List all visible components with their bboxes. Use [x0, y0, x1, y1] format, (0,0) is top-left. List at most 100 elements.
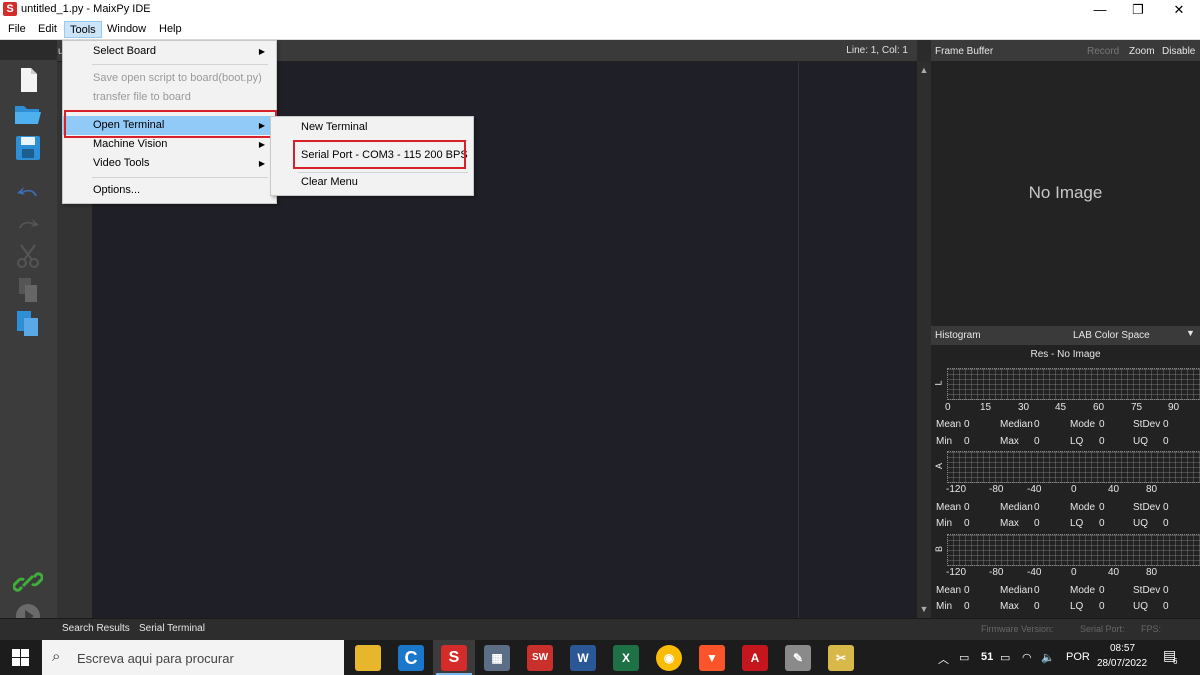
paste-icon[interactable]: [13, 309, 43, 337]
stat-value: 0: [1099, 585, 1105, 596]
menu-item-new-terminal[interactable]: New Terminal: [271, 118, 471, 137]
tick-label: -80: [989, 484, 1004, 495]
open-folder-icon[interactable]: [13, 100, 43, 128]
tick-label: 0: [1071, 484, 1077, 495]
stat-label: Min: [936, 601, 953, 612]
save-icon[interactable]: [13, 134, 43, 162]
highlight-box-serial-port: [293, 140, 466, 169]
stat-label: UQ: [1133, 601, 1148, 612]
firmware-version: Firmware Version:: [981, 624, 1054, 634]
tick-label: -40: [1027, 567, 1042, 578]
stat-label: Max: [1000, 518, 1019, 529]
scroll-up-icon[interactable]: ▲: [917, 63, 931, 77]
tray-chevron-icon[interactable]: ︿: [938, 651, 949, 667]
stat-value: 0: [1163, 601, 1169, 612]
tick-label: 0: [945, 402, 951, 413]
maximize-button[interactable]: ❐: [1115, 0, 1161, 20]
record-button[interactable]: Record: [1087, 46, 1119, 57]
stat-value: 0: [964, 502, 970, 513]
menu-item-select-board[interactable]: Select Board ▶: [63, 42, 274, 61]
tick-label: 75: [1131, 402, 1143, 413]
menu-help[interactable]: Help: [154, 21, 187, 38]
stat-value: 0: [964, 601, 970, 612]
stat-label: LQ: [1070, 518, 1084, 529]
paint-icon[interactable]: ✎: [785, 645, 811, 671]
clock-time[interactable]: 08:57: [1110, 643, 1135, 654]
stat-value: 0: [964, 419, 970, 430]
tick-label: 0: [1071, 567, 1077, 578]
app-logo-icon: S: [3, 2, 17, 16]
undo-icon[interactable]: [13, 178, 43, 206]
temperature-label[interactable]: 51: [981, 651, 993, 663]
menu-item-clear-menu[interactable]: Clear Menu: [271, 173, 471, 192]
menu-item-transfer-file: transfer file to board: [63, 88, 274, 107]
menu-item-machine-vision[interactable]: Machine Vision ▶: [63, 135, 274, 154]
color-space-select[interactable]: LAB Color Space: [1073, 330, 1150, 341]
histogram-a-graph: [947, 451, 1200, 483]
volume-icon[interactable]: 🔈: [1041, 651, 1055, 664]
language-indicator[interactable]: POR: [1066, 651, 1090, 663]
menu-edit[interactable]: Edit: [33, 21, 62, 38]
connect-link-icon[interactable]: [13, 568, 43, 596]
menu-window[interactable]: Window: [102, 21, 151, 38]
acrobat-icon[interactable]: A: [742, 645, 768, 671]
stat-value: 0: [1099, 518, 1105, 529]
disable-button[interactable]: Disable: [1162, 46, 1195, 57]
tick-label: 80: [1146, 567, 1158, 578]
stat-value: 0: [1034, 419, 1040, 430]
menu-item-label: Options...: [93, 184, 141, 196]
new-file-icon[interactable]: [13, 66, 43, 94]
menu-file[interactable]: File: [3, 21, 31, 38]
stat-value: 0: [1034, 436, 1040, 447]
notification-count: 6: [1173, 657, 1178, 666]
menu-tools[interactable]: Tools: [64, 21, 102, 38]
title-bar: [0, 0, 1200, 20]
maixpy-ide-taskbar-icon[interactable]: S: [441, 645, 467, 671]
windows-start-icon[interactable]: [12, 649, 29, 666]
stat-value: 0: [1163, 585, 1169, 596]
brave-icon[interactable]: ▼: [699, 645, 725, 671]
stat-value: 0: [1163, 436, 1169, 447]
submenu-arrow-icon: ▶: [258, 159, 265, 168]
tool-app-icon[interactable]: ✂: [828, 645, 854, 671]
calculator-icon[interactable]: ▦: [484, 645, 510, 671]
menu-item-options[interactable]: Options...: [63, 181, 274, 200]
menu-item-label: Machine Vision: [93, 138, 168, 150]
histogram-a-label: A: [934, 462, 945, 470]
stat-value: 0: [1163, 419, 1169, 430]
chrome-icon[interactable]: ◉: [656, 645, 682, 671]
stat-label: Mode: [1070, 419, 1096, 430]
stat-label: Median: [1000, 419, 1033, 430]
scroll-down-icon[interactable]: ▼: [917, 602, 931, 616]
tab-serial-terminal[interactable]: Serial Terminal: [139, 623, 205, 634]
word-icon[interactable]: W: [570, 645, 596, 671]
stat-label: Max: [1000, 601, 1019, 612]
window-title: untitled_1.py - MaixPy IDE: [21, 3, 151, 15]
stat-value: 0: [1099, 419, 1105, 430]
c-app-icon[interactable]: C: [398, 645, 424, 671]
clock-date[interactable]: 28/07/2022: [1097, 658, 1147, 669]
file-explorer-icon[interactable]: [355, 645, 381, 671]
zoom-button[interactable]: Zoom: [1129, 46, 1155, 57]
stat-label: StDev: [1133, 502, 1161, 513]
stat-label: LQ: [1070, 436, 1084, 447]
tab-search-results[interactable]: Search Results: [62, 623, 130, 634]
copy-icon[interactable]: [13, 276, 43, 304]
excel-icon[interactable]: X: [613, 645, 639, 671]
cut-icon[interactable]: [13, 242, 43, 270]
redo-icon[interactable]: [13, 210, 43, 238]
stat-label: Mean: [936, 585, 962, 596]
battery-icon[interactable]: ▭: [1000, 651, 1010, 664]
frame-buffer-placeholder: No Image: [1028, 183, 1103, 202]
solidworks-icon[interactable]: SW: [527, 645, 553, 671]
menu-item-video-tools[interactable]: Video Tools ▶: [63, 154, 274, 173]
tick-label: -120: [946, 567, 967, 578]
close-button[interactable]: ✕: [1156, 0, 1200, 20]
editor-scrollbar[interactable]: [917, 62, 931, 618]
editor-margin-line: [798, 62, 799, 618]
menu-separator: [92, 177, 268, 178]
stat-label: Mode: [1070, 585, 1096, 596]
chevron-down-icon[interactable]: ▼: [1186, 328, 1195, 338]
tray-device-icon[interactable]: ▭: [959, 651, 969, 664]
wifi-icon[interactable]: ◠: [1022, 651, 1032, 664]
